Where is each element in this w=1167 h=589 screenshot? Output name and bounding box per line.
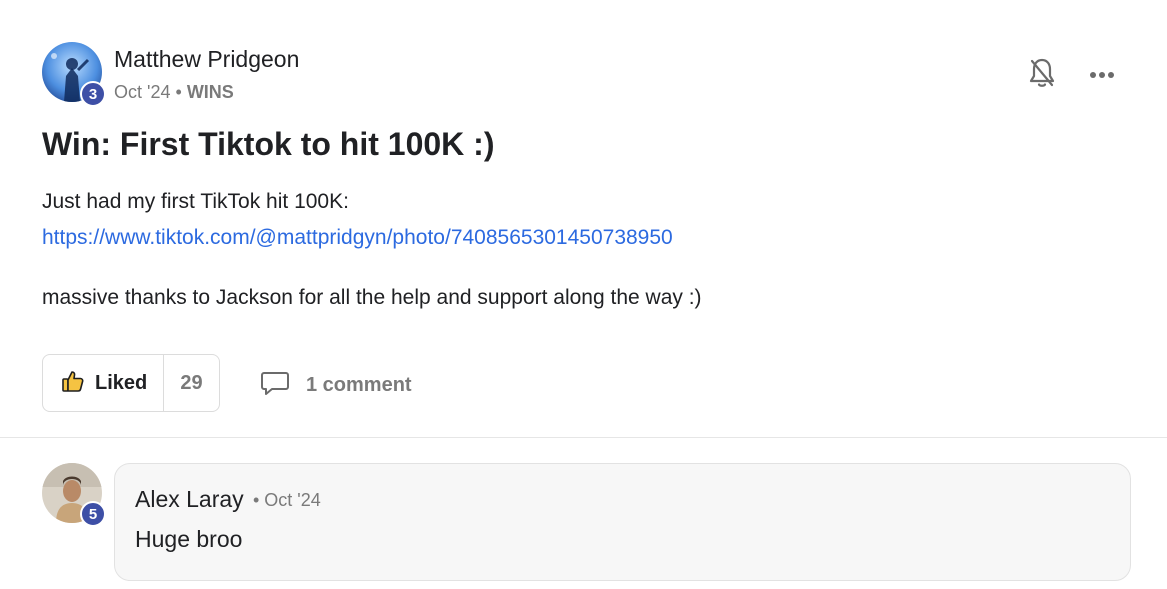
post-meta: Oct '24 • WINS (114, 82, 234, 103)
like-button[interactable]: Liked (43, 355, 163, 411)
post-link[interactable]: https://www.tiktok.com/@mattpridgyn/phot… (42, 226, 673, 249)
comment-count-label: 1 comment (306, 374, 412, 396)
commenter-level-badge: 5 (80, 501, 106, 527)
comment-bubble: Alex Laray • Oct '24 Huge broo (114, 463, 1131, 581)
author-level-badge: 3 (80, 81, 106, 107)
like-control: Liked 29 (42, 354, 220, 412)
meta-separator: • (175, 82, 182, 102)
post-category[interactable]: WINS (187, 82, 234, 102)
author-name[interactable]: Matthew Pridgeon (114, 46, 299, 73)
comments-button[interactable]: 1 comment (260, 370, 412, 401)
section-divider (0, 437, 1167, 438)
like-count[interactable]: 29 (163, 355, 219, 411)
comment-icon (260, 370, 290, 401)
like-label: Liked (95, 371, 148, 394)
thumbs-up-icon (61, 369, 85, 398)
notifications-toggle-button[interactable] (1026, 58, 1058, 92)
post-body-line-2: massive thanks to Jackson for all the he… (42, 286, 702, 309)
post-card: 3 Matthew Pridgeon Oct '24 • WINS Win: F… (0, 0, 1167, 438)
more-horizontal-icon (1089, 66, 1115, 84)
comment-date[interactable]: • Oct '24 (253, 490, 321, 511)
post-title: Win: First Tiktok to hit 100K :) (42, 126, 495, 162)
commenter-name[interactable]: Alex Laray (135, 486, 244, 513)
more-options-button[interactable] (1084, 62, 1120, 88)
post-link-line: https://www.tiktok.com/@mattpridgyn/phot… (42, 226, 673, 250)
post-date[interactable]: Oct '24 (114, 82, 170, 102)
bell-off-icon (1028, 57, 1056, 94)
comment-text: Huge broo (135, 526, 243, 552)
post-body-line-1: Just had my first TikTok hit 100K: (42, 190, 349, 213)
